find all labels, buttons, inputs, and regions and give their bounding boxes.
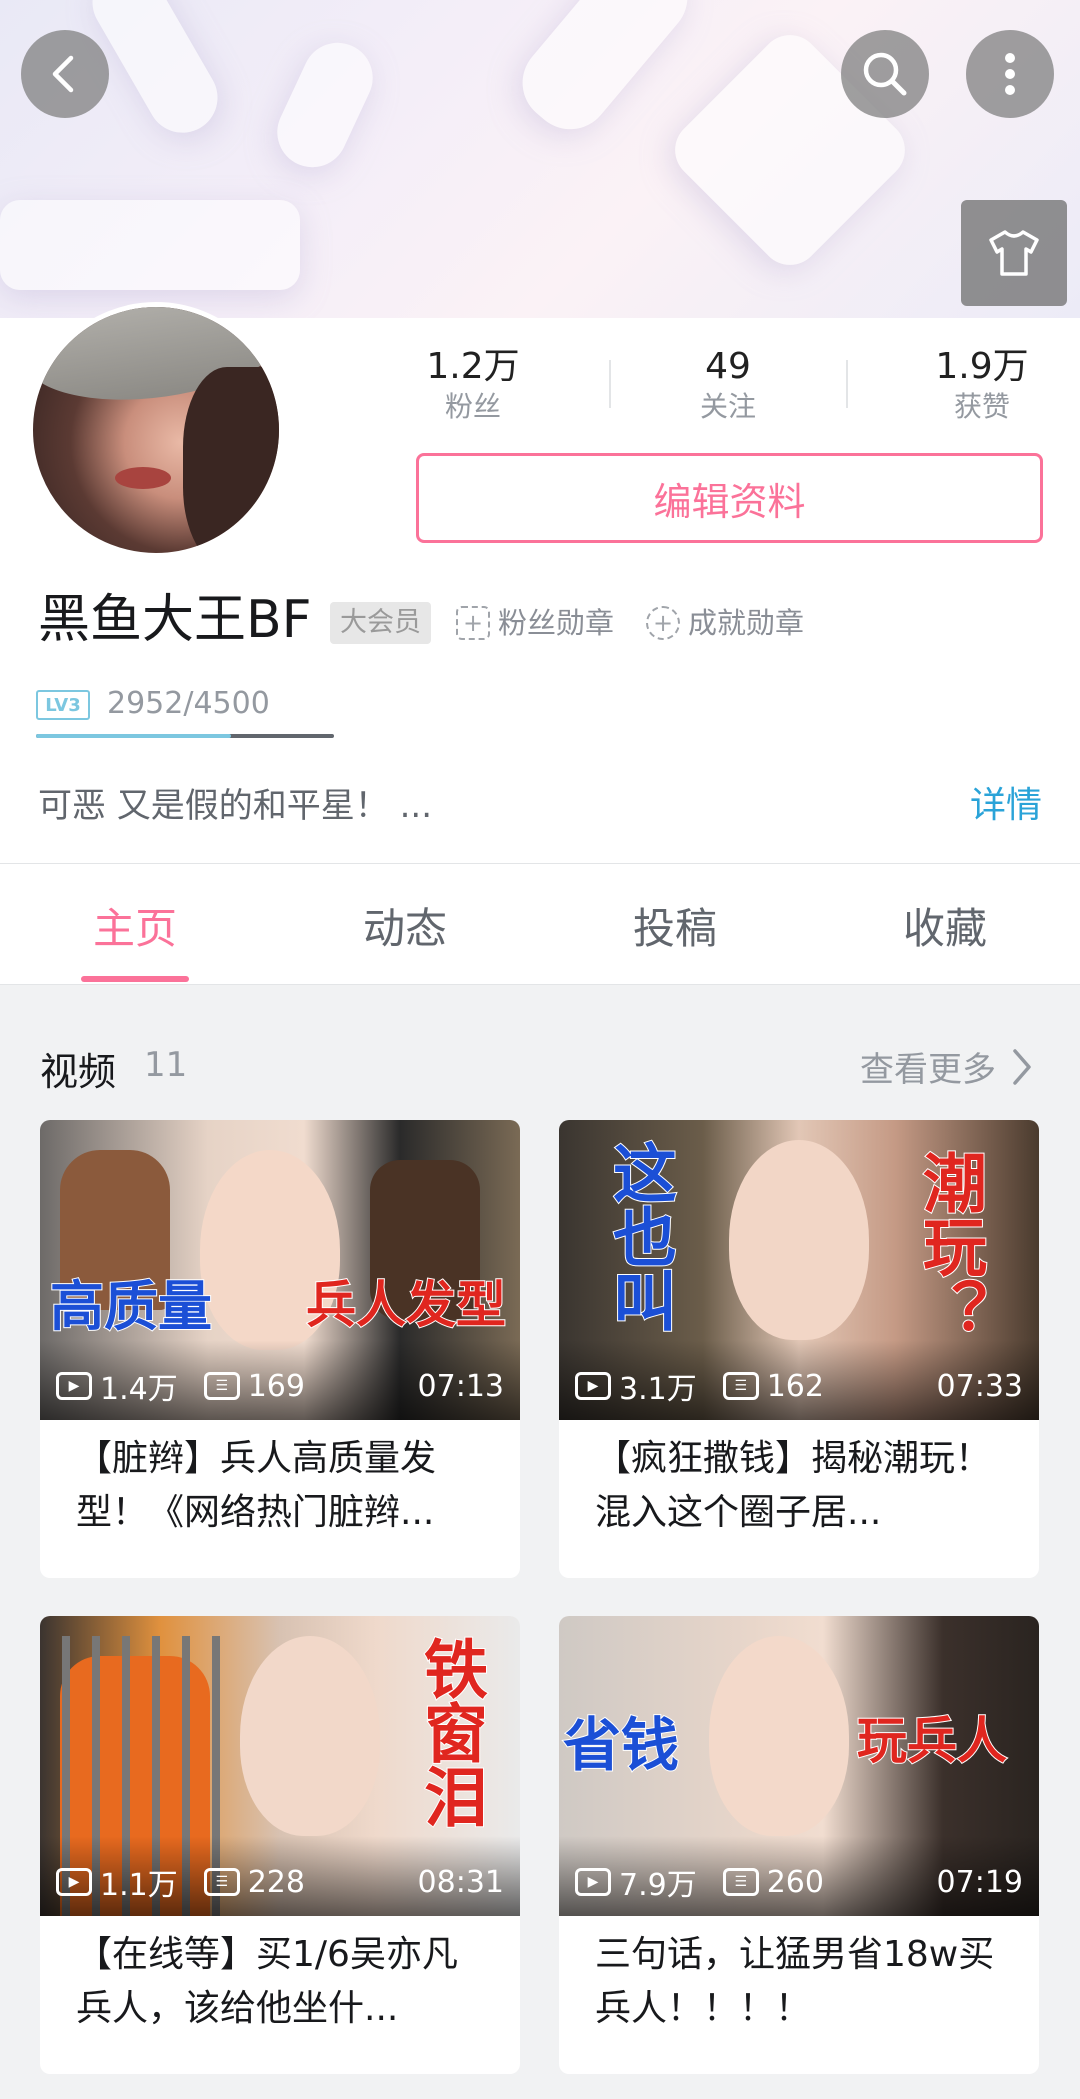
stat-value: 49	[705, 346, 751, 387]
thumb-caption: 省钱	[562, 1711, 680, 1779]
banner-decoration	[506, 0, 704, 146]
stat-followers[interactable]: 1.2万 粉丝	[388, 345, 558, 425]
edit-profile-button[interactable]: 编辑资料	[416, 453, 1043, 543]
back-button[interactable]	[21, 30, 109, 118]
thumb-caption: 高质量	[49, 1275, 213, 1338]
signature: 可恶 又是假的和平星！ ...	[38, 786, 433, 826]
video-duration: 08:31	[417, 1864, 504, 1900]
play-icon: ▶	[575, 1868, 611, 1896]
thumb-caption: 兵人发型	[305, 1276, 507, 1334]
video-title: 【在线等】买1/6吴亦凡兵人，该给他坐什...	[76, 1934, 458, 2029]
thumb-caption: 这也叫	[601, 1139, 677, 1333]
video-card[interactable]: 这也叫 潮玩？ ▶ 3.1万 ☰ 162 07:33 【疯狂撒钱】揭秘潮玩！混入这个…	[559, 1120, 1039, 1578]
stat-divider	[609, 360, 611, 408]
add-medal-icon: +	[646, 606, 680, 640]
tab-dynamics[interactable]: 动态	[270, 864, 540, 986]
video-meta: ▶ 3.1万 ☰ 162 07:33	[575, 1366, 1023, 1407]
play-count: 1.1万	[100, 1868, 178, 1903]
exp-text: 2952/4500	[107, 686, 270, 721]
thumb-caption: 铁窗泪	[412, 1635, 488, 1829]
banner-decoration	[265, 31, 385, 179]
achievement-medal-link[interactable]: + 成就勋章	[646, 602, 804, 644]
video-thumbnail: 省钱 玩兵人 ▶ 7.9万 ☰ 260 07:19	[559, 1616, 1039, 1916]
banner-decoration	[0, 200, 300, 290]
video-card[interactable]: 省钱 玩兵人 ▶ 7.9万 ☰ 260 07:19 三句话，让猛男省18w买兵人！！…	[559, 1616, 1039, 2074]
tab-bar: 主页 动态 投稿 收藏	[0, 863, 1080, 985]
video-title: 【脏辫】兵人高质量发型！《网络热门脏辫...	[76, 1438, 437, 1533]
play-icon: ▶	[56, 1868, 92, 1896]
dress-up-button[interactable]	[961, 200, 1067, 306]
thumb-face	[709, 1636, 849, 1836]
video-thumbnail: 高质量 兵人发型 ▶ 1.4万 ☰ 169 07:13	[40, 1120, 520, 1420]
video-title: 三句话，让猛男省18w买兵人！！！！	[595, 1934, 995, 2029]
video-duration: 07:33	[936, 1368, 1023, 1404]
chevron-right-icon	[1013, 1048, 1031, 1085]
tshirt-icon	[989, 230, 1039, 276]
video-thumbnail: 铁窗泪 ▶ 1.1万 ☰ 228 08:31	[40, 1616, 520, 1916]
play-count: 1.4万	[100, 1372, 178, 1407]
videos-section-title: 视频	[40, 1050, 117, 1094]
video-meta: ▶ 1.4万 ☰ 169 07:13	[56, 1366, 504, 1407]
danmaku-icon: ☰	[722, 1372, 759, 1400]
video-title: 【疯狂撒钱】揭秘潮玩！混入这个圈子居...	[595, 1438, 992, 1533]
exp-progress-bar	[36, 734, 334, 738]
stat-divider	[846, 360, 848, 408]
play-icon: ▶	[575, 1372, 611, 1400]
video-meta: ▶ 7.9万 ☰ 260 07:19	[575, 1862, 1023, 1903]
danmaku-count: 162	[766, 1368, 824, 1404]
fan-medal-link[interactable]: + 粉丝勋章	[456, 602, 614, 644]
video-card[interactable]: 高质量 兵人发型 ▶ 1.4万 ☰ 169 07:13 【脏辫】兵人高质量发型！《网…	[40, 1120, 520, 1578]
stat-value: 1.2万	[426, 346, 520, 387]
chevron-left-icon	[52, 55, 74, 93]
vip-badge[interactable]: 大会员	[330, 602, 431, 644]
stat-value: 1.9万	[935, 346, 1029, 387]
search-icon	[863, 52, 907, 96]
avatar-lips	[115, 467, 171, 489]
thumb-caption: 潮玩？	[911, 1149, 987, 1343]
danmaku-icon: ☰	[722, 1868, 759, 1896]
add-medal-icon: +	[456, 606, 490, 640]
danmaku-count: 169	[247, 1368, 305, 1404]
video-meta: ▶ 1.1万 ☰ 228 08:31	[56, 1862, 504, 1903]
search-button[interactable]	[841, 30, 929, 118]
play-icon: ▶	[56, 1372, 92, 1400]
see-more-link[interactable]: 查看更多	[860, 1042, 1034, 1091]
see-more-label: 查看更多	[860, 1050, 996, 1090]
thumb-face	[240, 1636, 380, 1836]
fan-medal-label: 粉丝勋章	[498, 606, 615, 640]
stat-label: 关注	[699, 390, 756, 423]
video-duration: 07:13	[417, 1368, 504, 1404]
achievement-medal-label: 成就勋章	[688, 606, 805, 640]
play-count: 3.1万	[619, 1372, 697, 1407]
avatar-hair	[183, 367, 279, 553]
more-vertical-icon	[1005, 53, 1015, 95]
danmaku-count: 228	[247, 1864, 305, 1900]
play-count: 7.9万	[619, 1868, 697, 1903]
danmaku-count: 260	[766, 1864, 824, 1900]
stat-following[interactable]: 49 关注	[643, 345, 813, 425]
thumb-face	[729, 1140, 869, 1340]
tab-submissions[interactable]: 投稿	[540, 864, 810, 986]
level-badge: LV3	[36, 690, 90, 720]
more-button[interactable]	[966, 30, 1054, 118]
video-thumbnail: 这也叫 潮玩？ ▶ 3.1万 ☰ 162 07:33	[559, 1120, 1039, 1420]
username: 黑鱼大王BF	[38, 590, 312, 650]
exp-progress-fill	[36, 734, 232, 738]
video-duration: 07:19	[936, 1864, 1023, 1900]
tab-favorites[interactable]: 收藏	[810, 864, 1080, 986]
tab-active-indicator	[81, 976, 189, 982]
thumb-caption: 玩兵人	[856, 1712, 1008, 1770]
stat-label: 粉丝	[444, 390, 501, 423]
avatar[interactable]	[28, 302, 284, 558]
stat-likes[interactable]: 1.9万 获赞	[897, 345, 1067, 425]
videos-section-count: 11	[144, 1045, 188, 1085]
tab-home[interactable]: 主页	[0, 864, 270, 986]
video-card[interactable]: 铁窗泪 ▶ 1.1万 ☰ 228 08:31 【在线等】买1/6吴亦凡兵人，该给他坐…	[40, 1616, 520, 2074]
danmaku-icon: ☰	[203, 1372, 240, 1400]
detail-link[interactable]: 详情	[970, 776, 1042, 828]
stat-label: 获赞	[953, 390, 1010, 423]
danmaku-icon: ☰	[203, 1868, 240, 1896]
